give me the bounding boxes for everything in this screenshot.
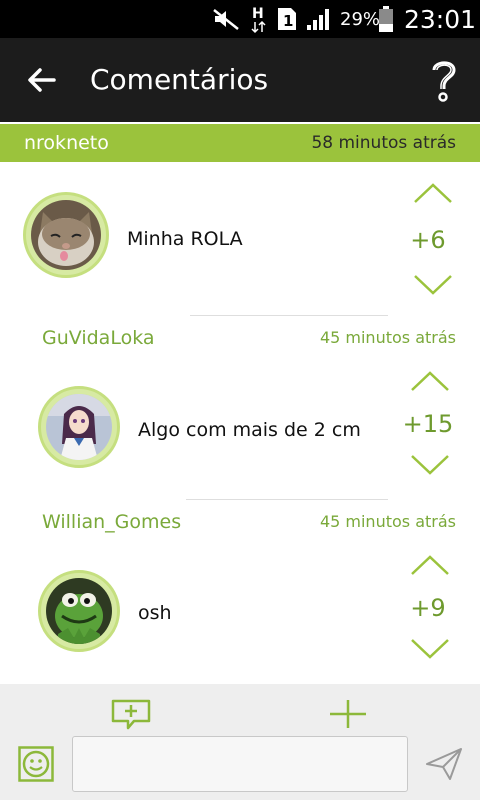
upvote-button[interactable] [410, 370, 450, 392]
battery-icon [378, 0, 394, 38]
upvote-button[interactable] [413, 182, 453, 204]
chevron-up-icon [411, 371, 449, 391]
comment-input[interactable] [72, 736, 408, 792]
chevron-down-icon [411, 639, 449, 659]
comment-header: nrokneto 58 minutos atrás [0, 124, 480, 162]
chevron-up-icon [411, 555, 449, 575]
comment-text: osh [138, 602, 172, 624]
mute-icon [212, 0, 240, 38]
reply-header: GuVidaLoka 45 minutos atrás [0, 320, 480, 356]
sim-icon: 1 [276, 0, 298, 38]
arrow-left-icon [28, 68, 56, 92]
network-type-icon: H [250, 0, 268, 38]
chevron-down-icon [414, 275, 452, 295]
signal-icon [306, 0, 332, 38]
battery-percent: 29% [340, 8, 381, 30]
vote-score: +15 [402, 410, 454, 438]
add-button[interactable] [328, 698, 368, 734]
avatar[interactable] [38, 386, 120, 468]
smiley-icon [18, 746, 54, 782]
comment-time: 58 minutos atrás [311, 133, 456, 153]
sim-label: 1 [283, 12, 293, 30]
comment-item: Minha ROLA +6 [0, 162, 480, 316]
status-bar: H 1 29% 23:01 [0, 0, 480, 38]
help-icon [432, 61, 456, 102]
network-label: H [252, 6, 264, 22]
avatar[interactable] [23, 192, 109, 278]
clock: 23:01 [404, 4, 477, 34]
reply-author[interactable]: Willian_Gomes [42, 504, 181, 540]
app-bar: Comentários [0, 38, 480, 122]
comment-text: Algo com mais de 2 cm [138, 419, 361, 441]
downvote-button[interactable] [410, 454, 450, 476]
downvote-button[interactable] [410, 638, 450, 660]
page-title: Comentários [90, 63, 269, 96]
reply-item: osh +9 [0, 540, 480, 684]
reply-item: Algo com mais de 2 cm +15 [0, 356, 480, 500]
comment-text: Minha ROLA [127, 228, 243, 250]
emoji-button[interactable] [18, 746, 54, 786]
reply-time: 45 minutos atrás [319, 328, 456, 347]
anime-avatar-image [46, 394, 112, 460]
avatar[interactable] [38, 570, 120, 652]
chevron-up-icon [414, 183, 452, 203]
reply-header: Willian_Gomes 45 minutos atrás [0, 504, 480, 540]
send-button[interactable] [424, 746, 464, 786]
help-button[interactable] [424, 56, 464, 104]
vote-score: +9 [410, 594, 446, 622]
add-comment-button[interactable] [110, 698, 152, 734]
back-button[interactable] [24, 62, 60, 98]
comment-author[interactable]: nrokneto [24, 124, 109, 162]
kermit-avatar-image [46, 578, 112, 644]
vote-score: +6 [410, 226, 446, 254]
reply-author[interactable]: GuVidaLoka [42, 320, 155, 356]
divider [190, 315, 388, 316]
chevron-down-icon [411, 455, 449, 475]
reply-time: 45 minutos atrás [319, 512, 456, 531]
upvote-button[interactable] [410, 554, 450, 576]
divider [186, 499, 388, 500]
plus-icon [330, 700, 366, 728]
downvote-button[interactable] [413, 274, 453, 296]
comment-composer [0, 684, 480, 800]
cat-avatar-image [31, 200, 101, 270]
add-comment-icon [111, 699, 151, 730]
send-icon [426, 748, 462, 780]
